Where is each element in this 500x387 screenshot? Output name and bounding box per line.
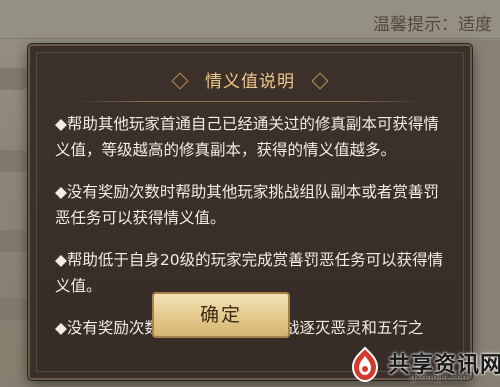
confirm-button[interactable]: 确定 bbox=[152, 292, 290, 338]
diamond-ornament-icon bbox=[171, 72, 189, 89]
dialog-header: 情义值说明 bbox=[37, 67, 463, 97]
rule-paragraph-1: ◆帮助其他玩家首通自己已经通关过的修真副本可获得情义值，等级越高的修真副本，获得… bbox=[55, 115, 439, 159]
title-divider bbox=[77, 101, 423, 102]
site-logo-icon bbox=[351, 346, 379, 383]
dialog-title: 情义值说明 bbox=[205, 72, 295, 92]
site-url-watermark: gxdaojia.com bbox=[410, 373, 471, 383]
diamond-ornament-icon bbox=[311, 72, 329, 89]
rule-paragraph-2: ◆没有奖励次数时帮助其他玩家挑战组队副本或者赏善罚恶任务可以获得情义值。 bbox=[55, 183, 439, 227]
